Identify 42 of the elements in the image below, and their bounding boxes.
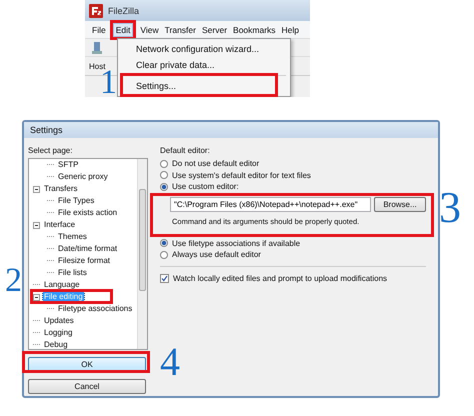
tree-item[interactable]: File lists — [57, 267, 88, 279]
menu-item[interactable]: Help — [278, 22, 302, 36]
step-number: 3 — [439, 186, 461, 230]
select-page-label: Select page: — [28, 146, 74, 155]
menu-entry[interactable]: Clear private data... — [118, 57, 290, 73]
tree-item[interactable]: Updates — [43, 315, 75, 327]
menu-item[interactable]: Bookmarks — [230, 22, 279, 36]
tree-item[interactable]: Debug — [43, 339, 69, 349]
cancel-button[interactable]: Cancel — [28, 379, 146, 394]
tree-item[interactable]: Interface — [43, 219, 76, 231]
tree-item[interactable]: Date/time format — [57, 243, 118, 255]
tree-item[interactable]: Filesize format — [57, 255, 112, 267]
editor-path-field[interactable]: "C:\Program Files (x86)\Notepad++\notepad++.exe" — [170, 196, 371, 212]
browse-button[interactable]: Browse... — [374, 196, 426, 212]
tree-item[interactable]: File exists action — [57, 207, 118, 219]
tree-item[interactable]: Filetype associations — [57, 303, 134, 315]
step-number: 4 — [160, 342, 180, 382]
default-editor-label: Default editor: — [160, 146, 211, 155]
tree-item[interactable]: SFTP — [57, 159, 80, 171]
tree-item[interactable]: Generic proxy — [57, 171, 109, 183]
menu-entry[interactable]: Settings... — [118, 78, 290, 94]
option-label: Use custom editor: — [172, 182, 239, 192]
menu-item[interactable]: Server — [198, 22, 230, 36]
step-number: 2 — [5, 264, 22, 298]
menu-item[interactable]: Edit — [112, 22, 134, 36]
tree-item[interactable]: Language — [43, 279, 81, 291]
menu-item[interactable]: View — [137, 22, 162, 36]
option-label: Always use default editor — [172, 250, 261, 260]
option-label: Use system's default editor for text files — [172, 170, 311, 180]
menu-entry[interactable]: Network configuration wizard... — [118, 41, 290, 57]
option-label: Use filetype associations if available — [172, 238, 300, 248]
tree-item[interactable]: Transfers — [43, 183, 78, 195]
option-label: Do not use default editor — [172, 159, 260, 168]
tree-item[interactable]: Logging — [43, 327, 74, 339]
window-title: FileZilla — [108, 6, 140, 16]
menu-item[interactable]: File — [89, 22, 109, 36]
host-label: Host — [89, 62, 106, 70]
dialog-title: Settings — [24, 122, 438, 138]
menu-item[interactable]: Transfer — [162, 22, 199, 36]
tree-item[interactable]: File Types — [57, 195, 96, 207]
tree-item[interactable]: Themes — [57, 231, 88, 243]
option-label: Watch locally edited files and prompt to upload modifications — [173, 274, 388, 283]
